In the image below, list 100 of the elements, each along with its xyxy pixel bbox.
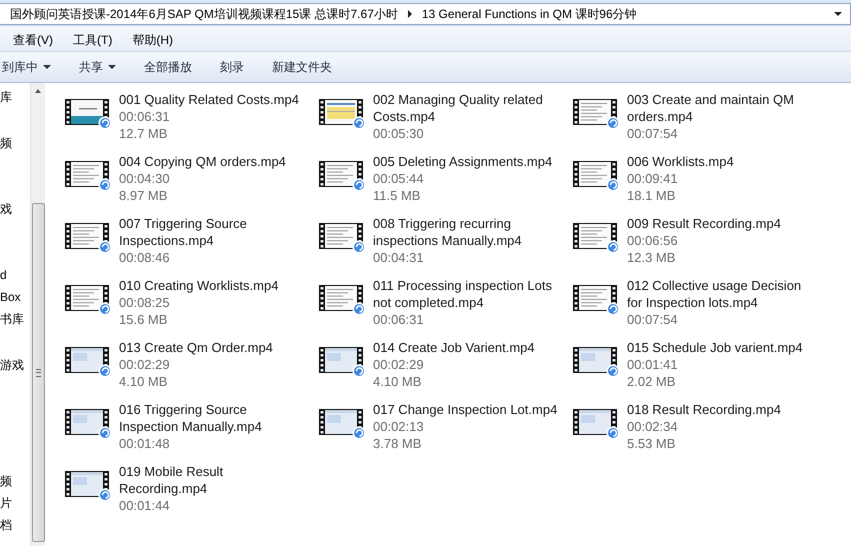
- file-detail: 00:01:48: [119, 435, 171, 452]
- sidebar-item[interactable]: 游戏: [0, 355, 30, 375]
- sidebar-item[interactable]: 库: [0, 87, 30, 107]
- file-name: 006 Worklists.mp4: [627, 153, 734, 170]
- scrollbar[interactable]: [30, 83, 45, 546]
- sidebar-item[interactable]: 频: [0, 471, 30, 491]
- file-item[interactable]: 017 Change Inspection Lot.mp4 00:02:13 3.78 MB: [319, 401, 573, 463]
- file-name: 009 Result Recording.mp4: [627, 215, 781, 232]
- video-thumbnail-icon: [65, 158, 113, 192]
- file-item[interactable]: 002 Managing Quality related Costs.mp4 00:05:30: [319, 91, 573, 153]
- file-item[interactable]: 013 Create Qm Order.mp4 00:02:29 4.10 MB: [65, 339, 319, 401]
- video-thumbnail-icon: [65, 282, 113, 316]
- sidebar-item[interactable]: 频: [0, 133, 30, 153]
- file-name: 005 Deleting Assignments.mp4: [373, 153, 552, 170]
- file-item[interactable]: 010 Creating Worklists.mp4 00:08:25 15.6 MB: [65, 277, 319, 339]
- menu-item[interactable]: 工具(T): [66, 30, 120, 51]
- file-item[interactable]: 014 Create Job Varient.mp4 00:02:29 4.10 MB: [319, 339, 573, 401]
- file-item[interactable]: 005 Deleting Assignments.mp4 00:05:44 11.5 MB: [319, 153, 573, 215]
- file-item[interactable]: 004 Copying QM orders.mp4 00:04:30 8.97 MB: [65, 153, 319, 215]
- file-item[interactable]: 012 Collective usage Decision for Inspection lots.mp4 00:07:54: [573, 277, 827, 339]
- file-name: 019 Mobile Result Recording.mp4: [119, 463, 224, 497]
- sidebar-item[interactable]: 档: [0, 515, 30, 535]
- file-name: 012 Collective usage Decision for Inspection lots.mp4: [627, 277, 802, 311]
- video-thumbnail-icon: [573, 158, 621, 192]
- file-detail: 00:09:41: [627, 170, 679, 187]
- scroll-up-icon[interactable]: [35, 89, 41, 93]
- file-name: 008 Triggering recurring inspections Manually.mp4: [373, 215, 522, 249]
- file-item[interactable]: 007 Triggering Source Inspections.mp4 00:08:46: [65, 215, 319, 277]
- chevron-right-icon: [408, 10, 412, 18]
- file-item[interactable]: 011 Processing inspection Lots not completed.mp4 00:06:31: [319, 277, 573, 339]
- file-name: 003 Create and maintain QM orders.mp4: [627, 91, 794, 125]
- toolbar-button[interactable]: 共享: [69, 56, 126, 78]
- file-detail: 00:06:31: [119, 108, 171, 125]
- dropdown-caret-icon[interactable]: [834, 12, 842, 16]
- toolbar-button[interactable]: 刻录: [210, 56, 254, 78]
- file-item[interactable]: 003 Create and maintain QM orders.mp4 00:07:54: [573, 91, 827, 153]
- file-item[interactable]: 009 Result Recording.mp4 00:06:56 12.3 MB: [573, 215, 827, 277]
- file-detail: 00:05:30: [373, 125, 425, 142]
- video-thumbnail-icon: [319, 282, 367, 316]
- file-detail: 3.78 MB: [373, 435, 422, 452]
- sidebar-item[interactable]: d: [0, 265, 30, 285]
- file-detail: 00:07:54: [627, 311, 679, 328]
- file-detail: 00:07:54: [627, 125, 679, 142]
- file-item[interactable]: 018 Result Recording.mp4 00:02:34 5.53 MB: [573, 401, 827, 463]
- file-detail: 4.10 MB: [373, 373, 422, 390]
- file-detail: 2.02 MB: [627, 373, 676, 390]
- file-detail: 00:01:41: [627, 356, 679, 373]
- file-detail: 00:02:29: [373, 356, 425, 373]
- sidebar-item[interactable]: Box: [0, 287, 30, 307]
- video-thumbnail-icon: [319, 406, 367, 440]
- toolbar-button[interactable]: 到库中: [0, 56, 61, 78]
- video-thumbnail-icon: [319, 96, 367, 130]
- file-detail: 11.5 MB: [373, 187, 422, 204]
- file-name: 007 Triggering Source Inspections.mp4: [119, 215, 247, 249]
- file-item[interactable]: 001 Quality Related Costs.mp4 00:06:31 12.7 MB: [65, 91, 319, 153]
- video-thumbnail-icon: [573, 220, 621, 254]
- file-detail: 5.53 MB: [627, 435, 676, 452]
- breadcrumb-item[interactable]: 13 General Functions in QM 课时96分钟: [420, 6, 639, 22]
- video-thumbnail-icon: [65, 220, 113, 254]
- scroll-thumb[interactable]: [32, 203, 44, 542]
- file-item[interactable]: 019 Mobile Result Recording.mp4 00:01:44: [65, 463, 319, 525]
- address-bar[interactable]: 国外顾问英语授课-2014年6月SAP QM培训视频课程15课 总课时7.67小时 13 General Functions in QM 课时96分钟: [0, 3, 851, 25]
- file-name: 018 Result Recording.mp4: [627, 401, 781, 418]
- video-thumbnail-icon: [319, 220, 367, 254]
- menu-item[interactable]: 帮助(H): [125, 30, 180, 51]
- file-detail: 00:06:31: [373, 311, 425, 328]
- file-name: 017 Change Inspection Lot.mp4: [373, 401, 558, 418]
- file-item[interactable]: 016 Triggering Source Inspection Manually.mp4 00:01:48: [65, 401, 319, 463]
- file-item[interactable]: 006 Worklists.mp4 00:09:41 18.1 MB: [573, 153, 827, 215]
- video-thumbnail-icon: [573, 282, 621, 316]
- video-thumbnail-icon: [65, 344, 113, 378]
- video-thumbnail-icon: [573, 96, 621, 130]
- file-name: 014 Create Job Varient.mp4: [373, 339, 535, 356]
- video-thumbnail-icon: [65, 96, 113, 130]
- video-thumbnail-icon: [65, 468, 113, 502]
- file-item[interactable]: 008 Triggering recurring inspections Manually.mp4 00:04:31: [319, 215, 573, 277]
- file-name: 015 Schedule Job varient.mp4: [627, 339, 803, 356]
- toolbar-button[interactable]: 全部播放: [134, 56, 202, 78]
- grip-icon: [36, 368, 40, 376]
- file-name: 013 Create Qm Order.mp4: [119, 339, 273, 356]
- file-detail: 00:08:25: [119, 294, 171, 311]
- breadcrumb-item[interactable]: 国外顾问英语授课-2014年6月SAP QM培训视频课程15课 总课时7.67小时: [8, 6, 400, 22]
- file-detail: 00:02:13: [373, 418, 425, 435]
- file-detail: 12.7 MB: [119, 125, 168, 142]
- file-detail: 00:02:29: [119, 356, 171, 373]
- file-name: 010 Creating Worklists.mp4: [119, 277, 278, 294]
- file-item[interactable]: 015 Schedule Job varient.mp4 00:01:41 2.02 MB: [573, 339, 827, 401]
- file-name: 001 Quality Related Costs.mp4: [119, 91, 299, 108]
- file-detail: 00:04:30: [119, 170, 171, 187]
- file-detail: 8.97 MB: [119, 187, 168, 204]
- file-detail: 00:08:46: [119, 249, 171, 266]
- sidebar-item[interactable]: 书库: [0, 309, 30, 329]
- toolbar-button[interactable]: 新建文件夹: [262, 56, 342, 78]
- file-name: 011 Processing inspection Lots not completed.mp4: [373, 277, 552, 311]
- sidebar-item[interactable]: 片: [0, 493, 30, 513]
- file-detail: 18.1 MB: [627, 187, 676, 204]
- file-detail: 00:04:31: [373, 249, 425, 266]
- sidebar-item[interactable]: 戏: [0, 199, 30, 219]
- menu-item[interactable]: 查看(V): [6, 30, 60, 51]
- video-thumbnail-icon: [65, 406, 113, 440]
